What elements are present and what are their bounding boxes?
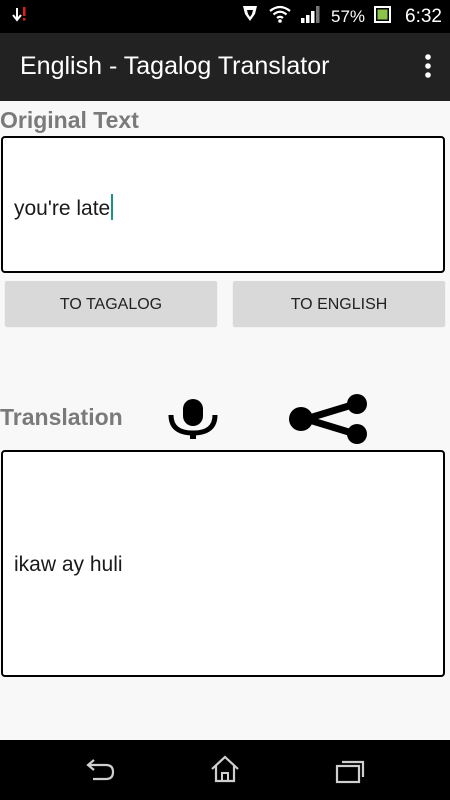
- original-text-value: you're late: [14, 197, 111, 220]
- download-icon: [12, 6, 30, 31]
- text-caret: [111, 194, 114, 220]
- original-text-label: Original Text: [0, 107, 139, 133]
- wifi-icon: [269, 5, 291, 28]
- battery-percent: 57%: [330, 6, 366, 26]
- overflow-menu-icon[interactable]: [420, 53, 436, 81]
- recent-apps-icon[interactable]: [334, 758, 366, 789]
- signal-icon: [300, 5, 322, 28]
- translation-value: ikaw ay huli: [14, 553, 123, 576]
- back-icon[interactable]: [84, 758, 116, 787]
- translation-label: Translation: [0, 404, 123, 430]
- clock: 6:32: [405, 5, 442, 27]
- nav-bar: [0, 740, 450, 800]
- nfc-icon: [240, 4, 260, 29]
- microphone-icon[interactable]: [163, 398, 223, 447]
- home-icon[interactable]: [209, 755, 241, 788]
- battery-icon: [374, 4, 392, 29]
- action-bar: English - Tagalog Translator: [0, 33, 450, 101]
- status-bar: 57% 6:32: [0, 0, 450, 33]
- original-text-input[interactable]: you're late: [1, 136, 445, 273]
- to-tagalog-button[interactable]: TO TAGALOG: [5, 281, 217, 326]
- share-icon[interactable]: [284, 394, 374, 449]
- to-english-button[interactable]: TO ENGLISH: [233, 281, 445, 326]
- translation-output[interactable]: ikaw ay huli: [1, 450, 445, 677]
- app-title: English - Tagalog Translator: [20, 52, 330, 80]
